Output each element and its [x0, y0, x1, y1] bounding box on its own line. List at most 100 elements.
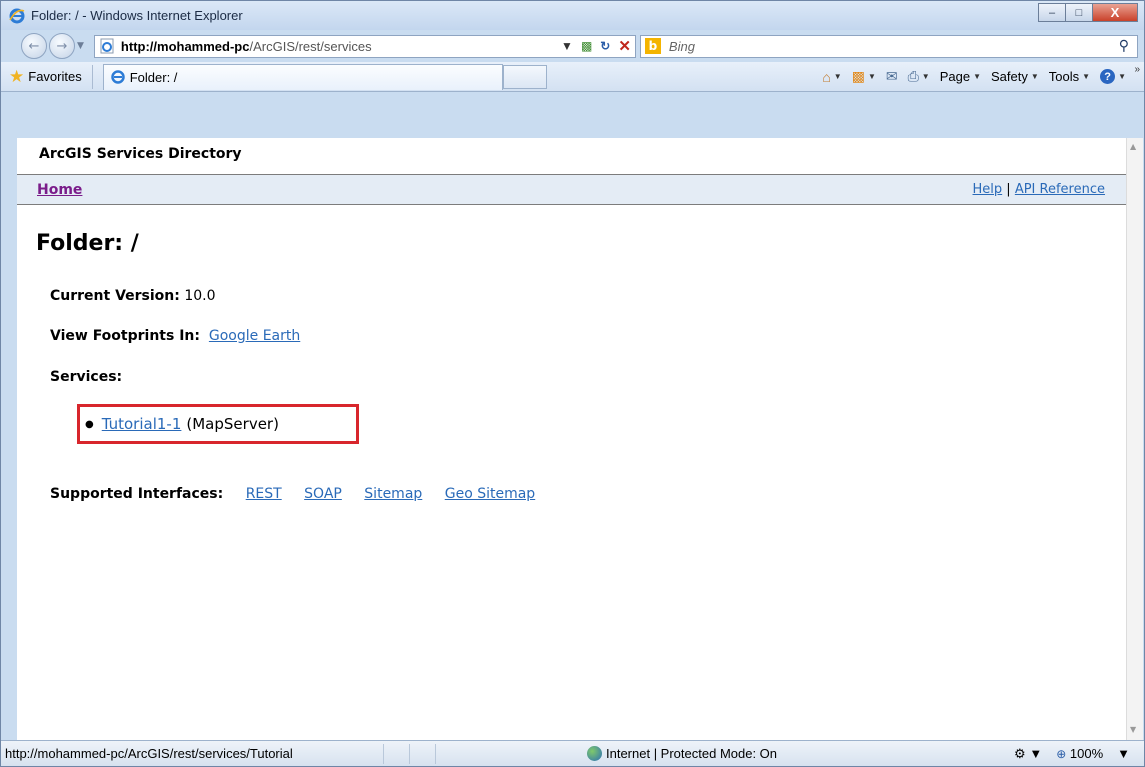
- service-link-tutorial[interactable]: Tutorial1-1: [102, 415, 182, 433]
- refresh-icon[interactable]: ↻: [600, 39, 610, 53]
- services-label: Services:: [50, 369, 123, 385]
- help-links: Help | API Reference: [973, 182, 1105, 197]
- help-link[interactable]: Help: [973, 182, 1003, 197]
- navigation-bar: ← → ▼ http://mohammed-pc/ArcGIS/rest/ser…: [1, 30, 1144, 62]
- help-menu[interactable]: ? ▼: [1100, 69, 1126, 84]
- tools-menu[interactable]: Tools ▼: [1049, 69, 1090, 84]
- forward-button[interactable]: →: [49, 33, 75, 59]
- address-dropdown-icon[interactable]: ▼: [561, 39, 573, 53]
- status-segment: [383, 743, 409, 764]
- status-tools: ⚙ ▼ ⊕ 100% ▼: [1014, 746, 1144, 762]
- mail-button[interactable]: ✉: [886, 68, 898, 85]
- page-menu-label: Page: [939, 69, 971, 84]
- zoom-control[interactable]: ⊕ 100%: [1056, 746, 1103, 761]
- tab-folder[interactable]: Folder: /: [102, 63, 503, 90]
- api-reference-link[interactable]: API Reference: [1015, 182, 1105, 197]
- maximize-button[interactable]: □: [1065, 3, 1092, 22]
- window-controls: – □ X: [1038, 3, 1138, 22]
- search-placeholder[interactable]: Bing: [669, 39, 695, 54]
- home-dropdown-icon: ▼: [833, 72, 842, 81]
- tab-label: Folder: /: [129, 69, 178, 85]
- minimize-button[interactable]: –: [1038, 3, 1065, 22]
- command-bar: ★ Favorites Folder: / ⌂ ▼ ▩ ▼ ✉ ⎙ ▼ Page…: [1, 62, 1144, 92]
- address-url[interactable]: http://mohammed-pc/ArcGIS/rest/services: [121, 39, 372, 54]
- favorites-star-icon: ★: [9, 66, 25, 86]
- tools-menu-label: Tools: [1048, 69, 1080, 84]
- feeds-dropdown-icon: ▼: [867, 72, 876, 81]
- back-button[interactable]: ←: [21, 33, 47, 59]
- print-button[interactable]: ⎙ ▼: [908, 68, 930, 85]
- print-dropdown-icon: ▼: [921, 72, 930, 81]
- google-earth-link[interactable]: Google Earth: [209, 328, 300, 344]
- new-tab-button[interactable]: [502, 64, 547, 89]
- status-segment: [435, 743, 461, 764]
- search-box[interactable]: b Bing ⚲: [639, 34, 1138, 58]
- current-version-value: 10.0: [184, 288, 216, 304]
- globe-icon: [587, 746, 602, 761]
- close-button[interactable]: X: [1092, 3, 1138, 22]
- services-heading-row: Services:: [50, 369, 122, 385]
- vertical-scrollbar[interactable]: ▲ ▼: [1126, 138, 1143, 740]
- services-list-highlight: ● Tutorial1-1 (MapServer): [77, 404, 359, 444]
- address-bar[interactable]: http://mohammed-pc/ArcGIS/rest/services …: [93, 34, 636, 58]
- scroll-down-icon[interactable]: ▼: [1130, 725, 1136, 734]
- url-path: /ArcGIS/rest/services: [249, 38, 372, 54]
- bing-logo-icon: b: [644, 38, 661, 54]
- current-version-row: Current Version: 10.0: [50, 288, 216, 304]
- security-zone-label: Internet | Protected Mode: On: [606, 746, 778, 761]
- home-icon: ⌂: [822, 68, 831, 85]
- add-ons-icon[interactable]: ⚙ ▼: [1014, 746, 1042, 762]
- status-segment: [409, 743, 435, 764]
- interface-link-geo-sitemap[interactable]: Geo Sitemap: [445, 486, 535, 502]
- list-bullet: ●: [85, 418, 94, 430]
- interface-link-sitemap[interactable]: Sitemap: [364, 486, 422, 502]
- links-separator: |: [1006, 182, 1011, 197]
- interface-link-soap[interactable]: SOAP: [304, 486, 342, 502]
- status-url: http://mohammed-pc/ArcGIS/rest/services/…: [5, 746, 293, 761]
- supported-interfaces-row: Supported Interfaces: REST SOAP Sitemap …: [50, 486, 535, 502]
- service-type: (MapServer): [186, 415, 279, 433]
- scroll-up-icon[interactable]: ▲: [1130, 142, 1136, 151]
- forward-arrow-icon: →: [56, 38, 68, 54]
- help-icon: ?: [1100, 69, 1116, 84]
- favorites-button[interactable]: ★ Favorites: [9, 64, 93, 89]
- tab-ie-icon: [110, 70, 125, 84]
- security-zone[interactable]: Internet | Protected Mode: On: [587, 746, 777, 761]
- page-menu[interactable]: Page ▼: [940, 69, 981, 84]
- view-footprints-label: View Footprints In:: [50, 328, 200, 344]
- page-title: Folder: /: [36, 231, 139, 256]
- zoom-icon: ⊕: [1056, 747, 1067, 761]
- zoom-dropdown-icon[interactable]: ▼: [1117, 746, 1130, 761]
- favorites-label: Favorites: [28, 69, 82, 84]
- rss-feed-icon: ▩: [851, 68, 865, 84]
- address-tools: ▼ ▩ ↻ ✕: [561, 37, 635, 55]
- help-dropdown-icon: ▼: [1118, 72, 1126, 81]
- feeds-button[interactable]: ▩ ▼: [852, 68, 876, 85]
- directory-title: ArcGIS Services Directory: [39, 146, 242, 162]
- ie-window: Folder: / - Windows Internet Explorer – …: [0, 0, 1145, 767]
- page-dropdown-icon: ▼: [973, 72, 982, 81]
- home-link[interactable]: Home: [37, 182, 82, 198]
- supported-interfaces-label: Supported Interfaces:: [50, 486, 224, 502]
- more-commands-chevron-icon[interactable]: »: [1134, 64, 1140, 75]
- title-bar: Folder: / - Windows Internet Explorer – …: [1, 1, 1144, 30]
- current-version-label: Current Version:: [50, 288, 180, 304]
- safety-menu[interactable]: Safety ▼: [991, 69, 1039, 84]
- zoom-level: 100%: [1069, 746, 1104, 761]
- tools-dropdown-icon: ▼: [1082, 72, 1091, 81]
- stop-icon[interactable]: ✕: [618, 37, 631, 55]
- window-title: Folder: / - Windows Internet Explorer: [31, 8, 243, 23]
- printer-icon: ⎙: [907, 68, 919, 84]
- view-footprints-row: View Footprints In: Google Earth: [50, 328, 300, 344]
- interface-link-rest[interactable]: REST: [246, 486, 282, 502]
- mail-icon: ✉: [885, 68, 898, 84]
- search-icon[interactable]: ⚲: [1119, 38, 1129, 54]
- status-bar: http://mohammed-pc/ArcGIS/rest/services/…: [1, 740, 1144, 766]
- page-ie-icon: [100, 38, 114, 54]
- breadcrumb-bar: Home Help | API Reference: [17, 174, 1127, 205]
- safety-menu-label: Safety: [991, 69, 1028, 84]
- home-button[interactable]: ⌂ ▼: [822, 69, 841, 85]
- compatibility-view-icon[interactable]: ▩: [581, 39, 592, 53]
- command-tools: ⌂ ▼ ▩ ▼ ✉ ⎙ ▼ Page ▼ Safety ▼ Tools ▼ ? …: [822, 68, 1144, 85]
- recent-pages-dropdown-icon[interactable]: ▼: [77, 41, 84, 51]
